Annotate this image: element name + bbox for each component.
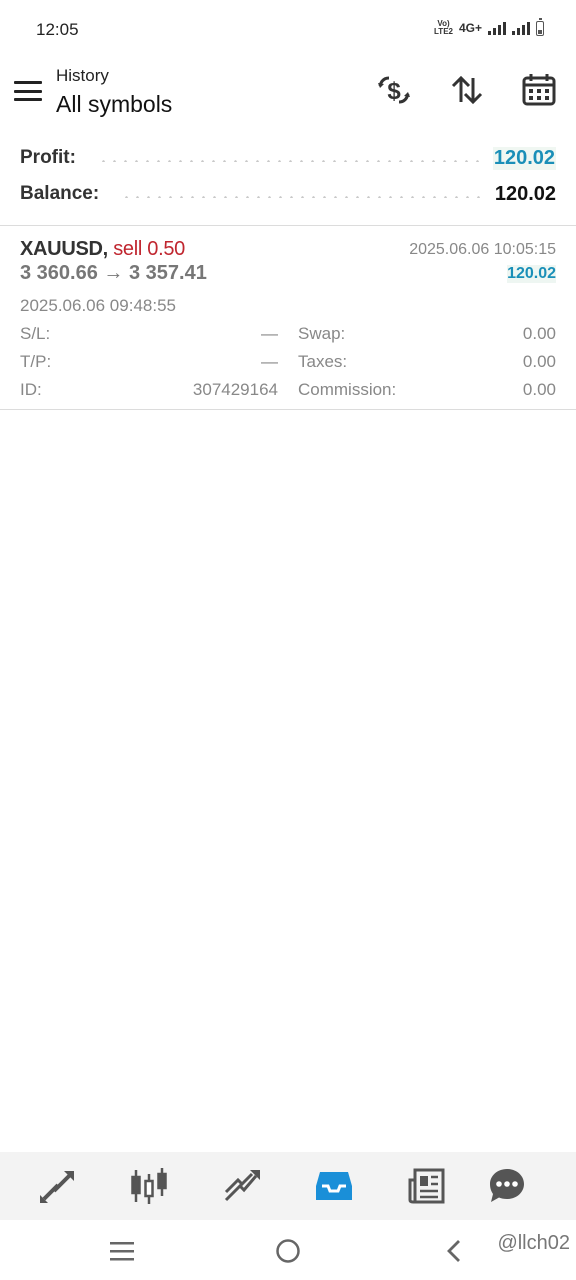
menu-button[interactable] (14, 79, 42, 103)
dotted-leader (121, 196, 481, 198)
dotted-leader (97, 160, 479, 162)
signal-icon (488, 21, 506, 35)
taxes-label: Taxes: (298, 352, 348, 371)
trade-header: XAUUSD, sell 0.50 (20, 238, 185, 261)
trade-symbol: XAUUSD, (20, 238, 108, 260)
toolbar: History All symbols $ (0, 58, 576, 132)
profit-label: Profit: (20, 147, 76, 168)
tp-value: — (261, 352, 278, 371)
profit-row: Profit: 120.02 (20, 143, 556, 173)
tp-label: T/P: (20, 352, 52, 371)
signal-icon-2 (512, 21, 530, 35)
divider (0, 409, 576, 410)
status-time: 12:05 (36, 20, 79, 39)
trade-profit: 120.02 (507, 265, 556, 283)
network-type: 4G+ (458, 21, 482, 35)
id-label: ID: (20, 380, 42, 399)
trade-prices: 3 360.66 → 3 357.41 (20, 262, 207, 284)
trade-open-time: 2025.06.06 09:48:55 (20, 296, 176, 315)
menu-icon-line (14, 89, 42, 93)
symbol-filter[interactable]: All symbols (56, 91, 172, 118)
taxes-value: 0.00 (522, 352, 556, 371)
home-button[interactable] (273, 1236, 303, 1266)
id-value: 307429164 (192, 380, 278, 399)
trade-list-item[interactable]: XAUUSD, sell 0.50 2025.06.06 10:05:15 3 … (0, 226, 576, 410)
news-icon[interactable] (407, 1166, 447, 1206)
volte-icon: Vo) LTE2 (434, 19, 453, 36)
chart-icon[interactable] (129, 1166, 169, 1206)
balance-label: Balance: (20, 183, 100, 204)
status-icons: Vo) LTE2 4G+ (434, 17, 544, 36)
back-button[interactable] (438, 1236, 468, 1266)
calendar-icon[interactable] (521, 72, 557, 108)
trade-icon[interactable] (222, 1166, 262, 1206)
commission-label: Commission: (298, 380, 397, 399)
balance-value: 120.02 (494, 182, 556, 205)
profit-value: 120.02 (492, 146, 556, 170)
recent-apps-button[interactable] (107, 1236, 137, 1266)
toolbar-subtitle: History (56, 66, 109, 85)
quotes-icon[interactable] (37, 1166, 77, 1206)
menu-icon-line (14, 98, 42, 101)
bottom-navigation (0, 1152, 576, 1220)
sl-label: S/L: (20, 324, 51, 343)
balance-row: Balance: 120.02 (20, 179, 556, 209)
swap-label: Swap: (298, 324, 346, 343)
sl-value: — (261, 324, 278, 343)
commission-value: 0.00 (522, 380, 556, 399)
trade-close-time: 2025.06.06 10:05:15 (409, 241, 556, 258)
status-bar: 12:05 Vo) LTE2 4G+ (0, 0, 576, 58)
trade-side: sell 0.50 (113, 238, 185, 260)
battery-icon (536, 17, 544, 36)
swap-value: 0.00 (522, 324, 556, 343)
sort-icon[interactable] (449, 72, 485, 108)
watermark-text: @llch02 (497, 1232, 570, 1254)
history-icon[interactable] (314, 1166, 354, 1206)
messages-icon[interactable] (487, 1166, 527, 1206)
menu-icon-line (14, 81, 42, 84)
system-navigation: @llch02 (0, 1220, 576, 1280)
currency-exchange-icon[interactable]: $ (376, 72, 412, 108)
